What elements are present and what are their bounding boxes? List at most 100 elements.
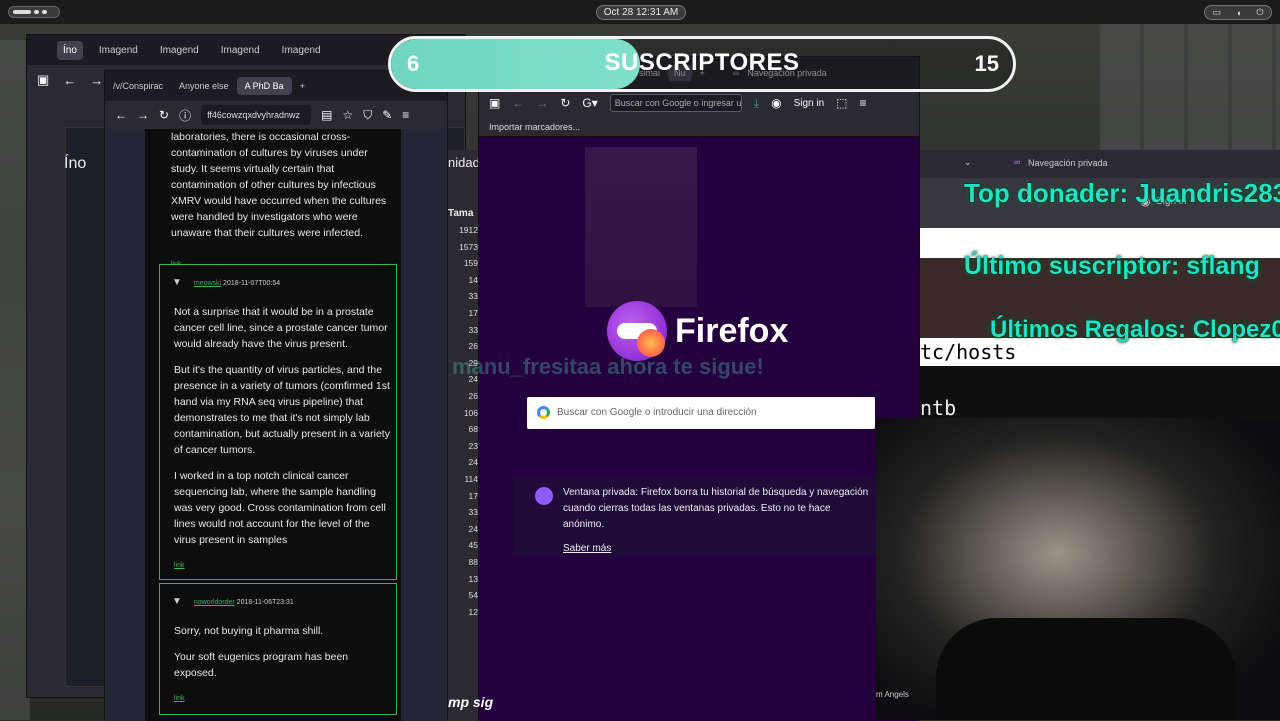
file-size-column: nidad Tama 1912 1573 159 14 33 17 33 26 29 24 26 10… — [448, 150, 480, 720]
follow-alert: manu_fresitaa ahora te sigue! — [452, 354, 764, 379]
subscriber-goal-title: SUSCRIPTORES — [604, 49, 800, 76]
right-browser-tabbar: ⌄ ∞ Navegación privada — [920, 150, 1280, 178]
menu-icon[interactable]: ≡ — [859, 96, 866, 110]
size-value: 114 — [464, 474, 478, 484]
tab[interactable]: Imagend — [154, 41, 205, 60]
collapse-icon[interactable]: ▼ — [172, 596, 182, 607]
private-info-text: Ventana privada: Firefox borra tu histor… — [563, 487, 869, 530]
comment-paragraph: But it's the quantity of virus particles… — [174, 364, 390, 456]
firefox-private-window: simai Nu + ∞ Navegación privada ▣ ← → ↻ … — [478, 56, 920, 721]
url-bar[interactable]: ff46cowzqxdvyhradnwz — [201, 105, 312, 125]
overlay-fragment: mp sig — [448, 694, 494, 710]
last-subscriber-label: Último suscriptor: sflang — [964, 252, 1260, 280]
page-heading: Íno — [64, 155, 87, 172]
collapse-icon[interactable]: ▼ — [172, 277, 182, 288]
article-browser-window: /v/Conspirac Anyone else A PhD Ba + ← → … — [104, 70, 448, 721]
comment-link[interactable]: link — [174, 691, 390, 707]
page-body: laboratories, there is occasional cross-… — [105, 129, 447, 721]
parent-comment-text: laboratories, there is occasional cross-… — [171, 129, 395, 283]
comment-thread: laboratories, there is occasional cross-… — [145, 129, 401, 721]
tab-anyone-else[interactable]: Anyone else — [171, 77, 237, 95]
bookmark-star-icon[interactable]: ☆ — [342, 108, 353, 122]
size-column-header[interactable]: Tama — [448, 208, 473, 219]
comment-author[interactable]: noworldorder — [194, 599, 235, 606]
size-value: 12 — [468, 606, 478, 617]
menu-icon[interactable]: ≡ — [402, 108, 409, 122]
sign-in-button[interactable]: Sign in — [794, 98, 825, 109]
search-input[interactable]: Buscar con Google o introducir una direc… — [527, 397, 875, 429]
subscriber-count: 6 — [407, 51, 420, 76]
firefox-private-icon — [607, 301, 667, 361]
size-value: 1912 — [459, 225, 478, 235]
account-icon[interactable]: ◉ — [771, 96, 781, 110]
forward-icon[interactable]: → — [90, 73, 103, 88]
comment-paragraph: I worked in a top notch clinical cancer … — [174, 470, 386, 546]
tab-phd[interactable]: A PhD Ba — [236, 77, 292, 95]
url-bar[interactable]: Buscar con Google o ingresar un — [609, 94, 742, 112]
sidebar-icon[interactable]: ▣ — [489, 96, 500, 110]
comment-header: ▼ meowski 2018-11-07T00:54 — [172, 275, 390, 292]
size-value: 106 — [463, 407, 478, 418]
extensions-icon[interactable]: ✎ — [382, 108, 392, 122]
size-value: 33 — [468, 291, 478, 302]
tab-conspiracy[interactable]: /v/Conspirac — [105, 77, 171, 95]
activities-button[interactable] — [8, 6, 60, 18]
size-value: 23 — [468, 440, 478, 451]
chevron-down-icon[interactable]: ⌄ — [964, 157, 972, 168]
comment-card: ▼ meowski 2018-11-07T00:54 Not a surpris… — [159, 264, 397, 580]
shirt-print: m Angels — [876, 690, 909, 699]
sidebar-icon[interactable]: ▣ — [37, 72, 49, 88]
forward-icon[interactable]: → — [137, 108, 149, 122]
size-value: 14 — [468, 274, 478, 285]
power-icon: ⏻ — [1256, 7, 1264, 17]
download-icon[interactable]: ⤓ — [754, 96, 759, 111]
firefox-logo: Firefox — [607, 301, 788, 361]
forward-icon[interactable]: → — [536, 96, 548, 110]
last-gifts-label: Últimos Regalos: Clopez06 — [990, 316, 1280, 343]
size-value: 24 — [468, 523, 478, 534]
back-icon[interactable]: ← — [512, 96, 524, 110]
bookmarks-bar: Importar marcadores... — [479, 117, 919, 137]
back-icon[interactable]: ← — [115, 108, 127, 122]
extensions-icon[interactable]: ⬚ — [836, 96, 847, 110]
shield-icon[interactable]: ⛉ — [363, 108, 372, 123]
tab[interactable]: Imagend — [93, 41, 144, 60]
learn-more-link[interactable]: Saber más — [563, 541, 873, 557]
size-value: 33 — [468, 507, 478, 518]
site-icon: ⓘ — [179, 108, 192, 123]
import-bookmarks-link[interactable]: Importar marcadores... — [489, 122, 580, 132]
ghost-overlay-image — [585, 147, 697, 307]
webcam-feed — [876, 418, 1280, 720]
size-value: 17 — [468, 308, 478, 318]
comment-link[interactable]: link — [174, 558, 390, 574]
clock[interactable]: Oct 28 12:31 AM — [596, 5, 686, 20]
tab-active[interactable]: Íno — [57, 40, 83, 60]
new-tab-icon[interactable]: + — [292, 77, 313, 95]
private-label: Navegación privada — [1028, 158, 1108, 168]
size-value: 17 — [468, 490, 478, 501]
size-value: 54 — [468, 590, 478, 601]
private-home-page: Firefox Buscar con Google o introducir u… — [479, 137, 919, 721]
comment-date: 2018-11-06T23:31 — [236, 599, 294, 606]
system-tray[interactable]: ▭ ◖ ⏻ — [1204, 5, 1272, 20]
reload-icon[interactable]: ↻ — [159, 108, 169, 122]
google-icon — [537, 406, 550, 419]
top-donor-label: Top donader: Juandris2830 — [964, 178, 1280, 208]
size-value: 26 — [468, 391, 478, 401]
display-icon: ▭ — [1212, 7, 1221, 17]
reader-icon[interactable]: ▤ — [321, 108, 332, 122]
google-engine-icon[interactable]: G▾ — [582, 96, 597, 110]
tab[interactable]: Imagend — [215, 41, 266, 60]
tab[interactable]: Imagend — [276, 41, 327, 60]
size-value: 1573 — [459, 241, 478, 252]
search-placeholder: Buscar con Google o introducir una direc… — [557, 407, 757, 418]
terminal-text: ntb — [920, 396, 957, 420]
back-icon[interactable]: ← — [63, 73, 76, 88]
size-value: 26 — [468, 341, 478, 352]
subscriber-goal: 15 — [974, 51, 999, 76]
size-value: 68 — [468, 424, 478, 435]
reload-icon[interactable]: ↻ — [560, 96, 570, 110]
comment-author[interactable]: meowski — [194, 280, 221, 287]
comment-paragraph: Your soft eugenics program has been expo… — [174, 651, 349, 679]
comment-date: 2018-11-07T00:54 — [223, 280, 281, 287]
